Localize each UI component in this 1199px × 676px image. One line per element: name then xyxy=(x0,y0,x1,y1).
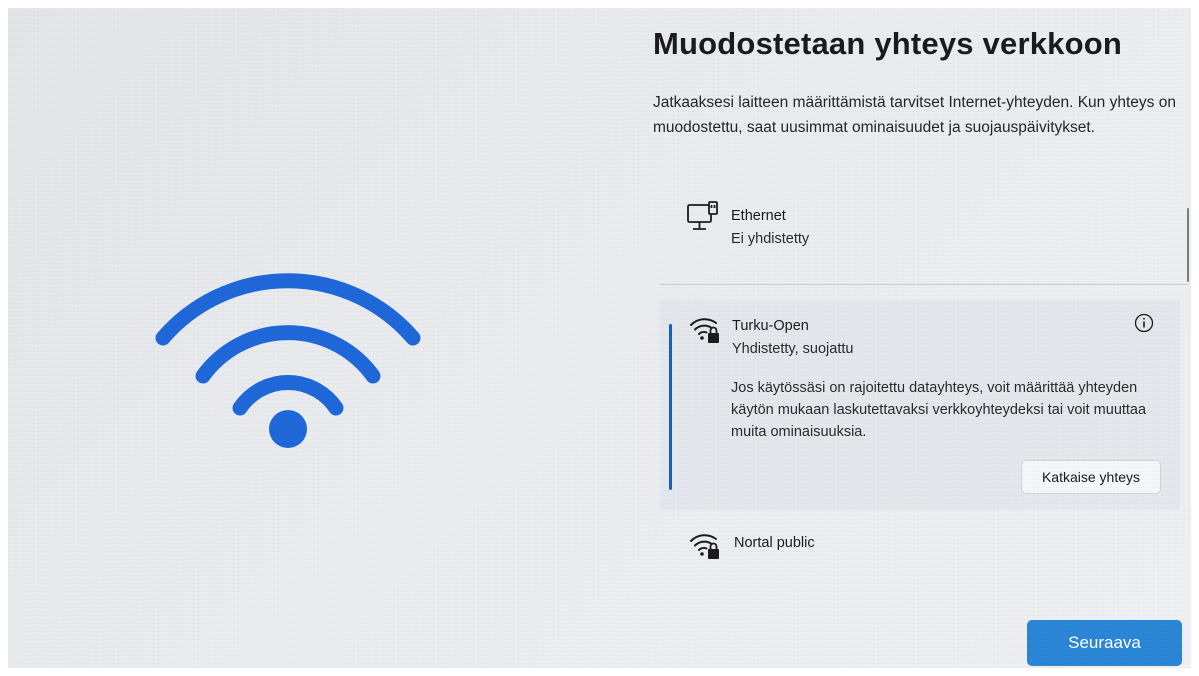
network-details-text: Jos käytössäsi on rajoitettu datayhteys,… xyxy=(731,380,1147,440)
wifi-secured-icon xyxy=(688,312,722,346)
network-name: Ethernet xyxy=(731,208,786,224)
hero-wifi-icon xyxy=(153,258,423,458)
scrollbar[interactable] xyxy=(1187,208,1189,282)
info-icon[interactable] xyxy=(1134,313,1154,333)
network-item-nortal-public[interactable]: Nortal public xyxy=(660,518,1180,568)
network-name: Turku-Open xyxy=(732,318,809,334)
network-name: Nortal public xyxy=(734,535,815,551)
setup-screen: Muodostetaan yhteys verkkoon Jatkaaksesi… xyxy=(8,8,1191,668)
page-title: Muodostetaan yhteys verkkoon xyxy=(653,26,1122,61)
network-status: Yhdistetty, suojattu xyxy=(732,341,854,357)
network-list: Ethernet Ei yhdistetty Turku-Open Yhdist… xyxy=(660,186,1190,576)
network-status: Ei yhdistetty xyxy=(731,231,810,247)
page-description: Jatkaaksesi laitteen määrittämistä tarvi… xyxy=(653,94,1176,136)
selection-indicator xyxy=(669,324,672,490)
divider xyxy=(660,284,1188,285)
network-item-ethernet[interactable]: Ethernet Ei yhdistetty xyxy=(660,186,1180,281)
ethernet-icon xyxy=(686,200,720,234)
network-item-turku-open[interactable]: Turku-Open Yhdistetty, suojattu Jos käyt… xyxy=(660,300,1180,510)
disconnect-button[interactable]: Katkaise yhteys xyxy=(1021,460,1161,494)
next-button[interactable]: Seuraava xyxy=(1027,620,1182,666)
wifi-secured-icon xyxy=(688,528,722,562)
